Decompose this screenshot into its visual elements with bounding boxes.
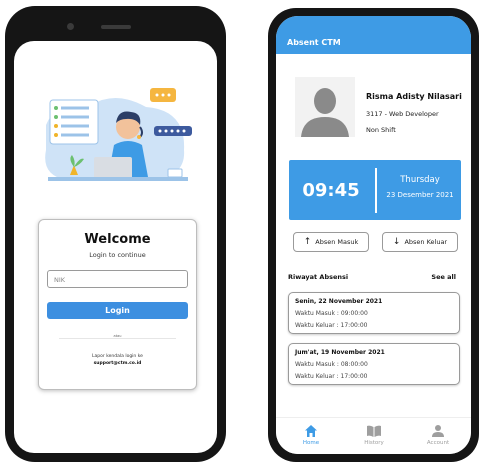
user-icon xyxy=(432,425,444,437)
welcome-heading: Welcome xyxy=(84,232,151,247)
clock-date: 23 Desember 2021 xyxy=(386,191,454,199)
trouble-text: Lapor kendala login ke xyxy=(92,354,143,359)
user-avatar-icon xyxy=(295,77,355,137)
book-icon xyxy=(367,425,381,437)
clock-divider xyxy=(375,168,377,213)
absen-masuk-button[interactable]: ↑ Absen Masuk xyxy=(293,232,369,252)
nav-history-label: History xyxy=(364,440,384,446)
absen-keluar-button[interactable]: ↓ Absen Keluar xyxy=(382,232,458,252)
history-time-in: Waktu Masuk : 08:00:00 xyxy=(295,361,368,368)
or-divider xyxy=(59,338,176,339)
nav-home-label: Home xyxy=(302,440,320,446)
absen-keluar-label: Absen Keluar xyxy=(404,238,448,246)
nav-account[interactable]: Account xyxy=(413,424,463,446)
avatar xyxy=(295,77,355,137)
login-illustration xyxy=(45,88,192,181)
history-time-in: Waktu Masuk : 09:00:00 xyxy=(295,310,368,317)
phone-speaker xyxy=(101,25,131,29)
arrow-up-icon: ↑ xyxy=(303,237,312,247)
or-label: atau xyxy=(39,334,196,338)
front-camera xyxy=(67,23,74,30)
profile-name: Risma Adisty Nilasari xyxy=(366,92,462,101)
clock-time: 09:45 xyxy=(302,180,360,201)
clock-card: 09:45 Thursday 23 Desember 2021 xyxy=(289,160,461,220)
app-title: Absent CTM xyxy=(287,38,341,47)
app-bar: Absent CTM xyxy=(276,16,471,54)
login-screen: Welcome Login to continue NIK Login atau… xyxy=(14,41,217,453)
nik-input[interactable]: NIK xyxy=(47,270,188,288)
history-card[interactable]: Senin, 22 November 2021 Waktu Masuk : 09… xyxy=(288,292,460,334)
nav-home[interactable]: Home xyxy=(286,424,336,446)
support-email[interactable]: support@ctm.co.id xyxy=(39,361,196,366)
history-date: Senin, 22 November 2021 xyxy=(295,298,383,305)
arrow-down-icon: ↓ xyxy=(392,237,401,247)
nav-history[interactable]: History xyxy=(349,424,399,446)
login-phone-frame: Welcome Login to continue NIK Login atau… xyxy=(5,6,226,462)
clock-day: Thursday xyxy=(400,175,440,185)
profile-role: 3117 - Web Developer xyxy=(366,110,439,118)
history-card[interactable]: Jum'at, 19 November 2021 Waktu Masuk : 0… xyxy=(288,343,460,385)
home-icon xyxy=(305,425,317,437)
or-text: atau xyxy=(110,334,125,338)
see-all-link[interactable]: See all xyxy=(431,273,456,281)
profile-shift: Non Shift xyxy=(366,126,396,134)
bottom-nav: Home History Account xyxy=(276,417,471,454)
history-time-out: Waktu Keluar : 17:00:00 xyxy=(295,322,368,329)
login-subtitle: Login to continue xyxy=(89,251,146,259)
history-time-out: Waktu Keluar : 17:00:00 xyxy=(295,373,368,380)
nav-account-label: Account xyxy=(426,440,450,446)
history-date: Jum'at, 19 November 2021 xyxy=(295,349,385,356)
dashboard-phone-frame: Absent CTM Risma Adisty Nilasari 3117 - … xyxy=(268,8,479,462)
login-button[interactable]: Login xyxy=(47,302,188,319)
login-card: Welcome Login to continue NIK Login atau… xyxy=(38,219,197,390)
history-title: Riwayat Absensi xyxy=(288,273,349,281)
dashboard-screen: Absent CTM Risma Adisty Nilasari 3117 - … xyxy=(276,16,471,454)
absen-masuk-label: Absen Masuk xyxy=(315,238,359,246)
